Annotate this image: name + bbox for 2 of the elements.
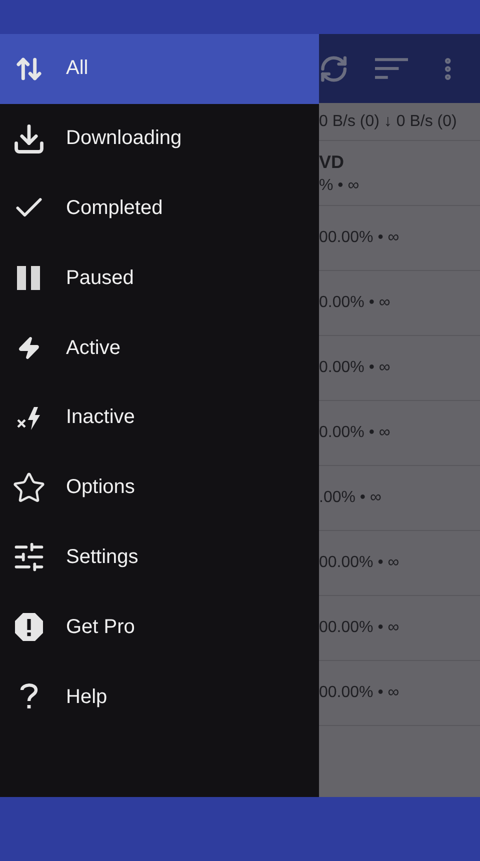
torrent-title: VD <box>319 152 346 172</box>
torrent-progress: 00.00% • ∞ <box>319 684 400 702</box>
